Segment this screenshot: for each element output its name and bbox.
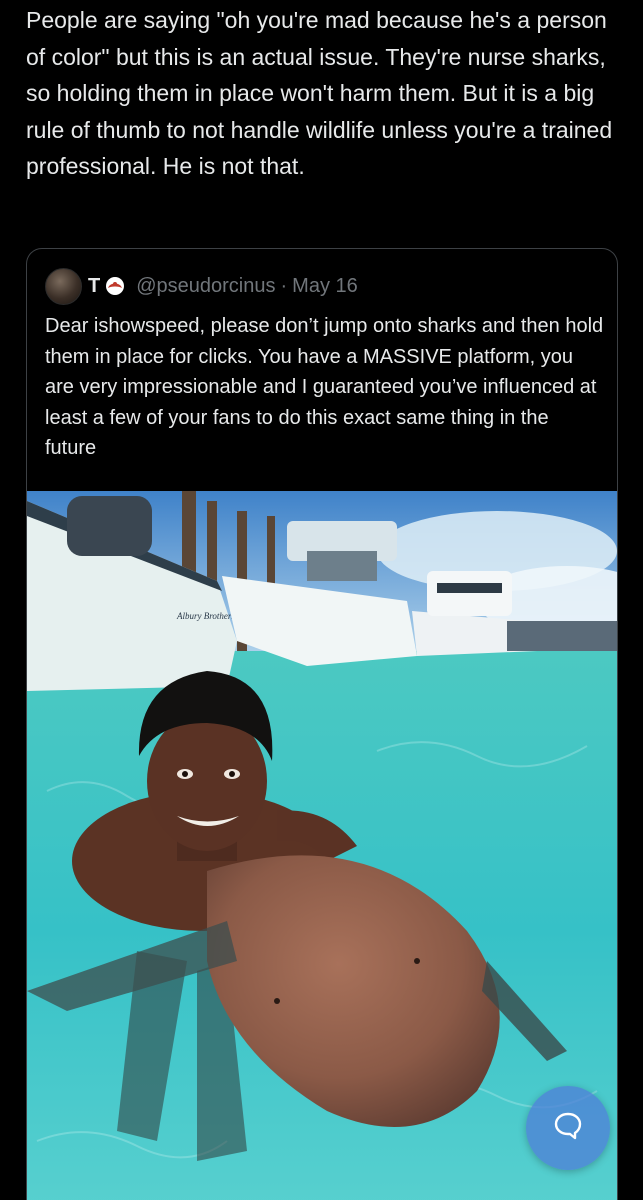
separator: · xyxy=(280,274,288,297)
post-date[interactable]: May 16 xyxy=(292,275,358,298)
author-handle[interactable]: @pseudorcinus xyxy=(136,275,275,298)
tweet-text: People are saying "oh you're mad because… xyxy=(26,7,619,179)
chat-bubble-icon xyxy=(551,1109,585,1148)
reply-button[interactable] xyxy=(526,1086,610,1170)
quoted-tweet-photo[interactable]: Albury Brothers 23 xyxy=(27,491,617,1200)
quoted-tweet-card[interactable]: T @pseudorcinus · May 16 Dear ishowspeed… xyxy=(26,248,618,1200)
avatar[interactable] xyxy=(45,267,82,305)
flag-icon xyxy=(104,275,126,297)
quoted-tweet-header: T @pseudorcinus · May 16 xyxy=(45,267,358,305)
screen: People are saying "oh you're mad because… xyxy=(0,0,643,1200)
author-display-name[interactable]: T xyxy=(88,275,100,298)
quoted-tweet-text: Dear ishowspeed, please don’t jump onto … xyxy=(45,315,604,459)
